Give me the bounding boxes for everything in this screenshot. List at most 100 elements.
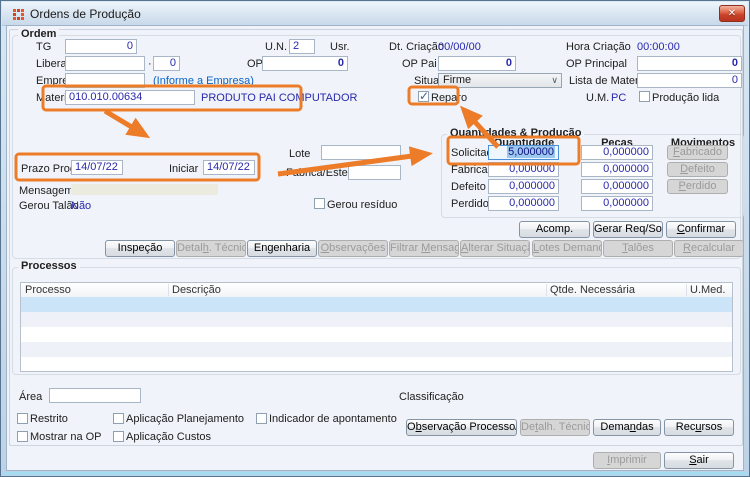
classificacao-label: Classificação (399, 391, 464, 403)
col-processo[interactable]: Processo (25, 284, 71, 296)
lotes-demandas-button[interactable]: Lotes Demandas (532, 240, 602, 257)
title-bar[interactable]: Ordens de Produção (2, 2, 748, 26)
perdido-quantidade-field[interactable]: 0,000000 (488, 196, 559, 211)
col-descricao[interactable]: Descrição (172, 284, 221, 296)
un-field[interactable]: 2 (289, 39, 315, 54)
observacoes-button[interactable]: Observações (318, 240, 388, 257)
app-icon (13, 9, 16, 12)
window-title: Ordens de Produção (30, 7, 141, 21)
confirmar-button[interactable]: Confirmar (666, 221, 736, 238)
gerou-residuo-label: Gerou resíduo (327, 199, 398, 211)
window-bottom-glow (3, 472, 747, 475)
group-quantidades-label: Quantidades & Produção (447, 127, 585, 139)
restrito-checkbox[interactable] (17, 413, 28, 424)
col-qtde-necessaria[interactable]: Qtde. Necessária (550, 284, 635, 296)
observacao-processo-op-button[interactable]: Observação Processo/OP (406, 419, 517, 436)
dialog-ordens-producao: Ordens de Produção ✕ Ordem TG 0 U.N. 2 U… (0, 0, 750, 477)
recursos-button[interactable]: Recursos (664, 419, 734, 436)
acomp-button[interactable]: Acomp. (519, 221, 590, 238)
op-field[interactable]: 0 (262, 56, 348, 71)
mensagem-label: Mensagem (19, 185, 74, 197)
lote-field[interactable] (321, 145, 401, 160)
processos-table[interactable]: Processo Descrição Qtde. Necessária U.Me… (20, 282, 733, 372)
fabricado-quantidade-field[interactable]: 0,000000 (488, 162, 559, 177)
solicitado-quantidade-value: 5,000000 (507, 146, 555, 158)
table-row[interactable] (21, 327, 732, 342)
op-principal-label: OP Principal (566, 58, 627, 70)
indicador-apontamento-checkbox[interactable] (256, 413, 267, 424)
dt-criacao-value: 00/00/00 (438, 41, 481, 53)
hora-criacao-label: Hora Criação (566, 41, 631, 53)
sair-button[interactable]: Sair (664, 452, 734, 469)
table-row[interactable] (21, 342, 732, 357)
gerou-residuo-checkbox[interactable] (314, 198, 325, 209)
defeito-label: Defeito (451, 181, 486, 193)
material-descricao: PRODUTO PAI COMPUTADOR (201, 92, 358, 104)
iniciar-label: Iniciar (169, 163, 199, 175)
restrito-label: Restrito (30, 413, 68, 425)
lote-label: Lote (289, 148, 311, 160)
tg-label: TG (36, 41, 52, 53)
un-label: U.N. (265, 41, 287, 53)
recalcular-button[interactable]: Recalcular (674, 240, 744, 257)
fabrica-esteira-field[interactable] (348, 165, 401, 180)
liberacao-num-field[interactable]: 0 (153, 56, 180, 71)
close-icon: ✕ (727, 8, 737, 19)
fabricado-pecas-field[interactable]: 0,000000 (581, 162, 653, 177)
prazo-field[interactable]: 14/07/22 (71, 160, 123, 175)
mostrar-na-op-checkbox[interactable] (17, 431, 28, 442)
op-pai-field[interactable]: 0 (438, 56, 516, 71)
area-label: Área (19, 391, 43, 403)
chevron-down-icon: ∨ (551, 75, 558, 85)
col-umed[interactable]: U.Med. (690, 284, 725, 296)
material-field[interactable]: 010.010.00634 (65, 90, 195, 105)
op-principal-field[interactable]: 0 (637, 56, 742, 71)
empresa-field[interactable] (65, 73, 145, 88)
inspecao-button[interactable]: Inspeção (105, 240, 175, 257)
lista-materiais-field[interactable]: 0 (637, 73, 742, 88)
detalh-tecnico-button[interactable]: Detalh. Técnico (176, 240, 246, 257)
liberacao-field[interactable] (65, 56, 145, 71)
perdido-label: Perdido (451, 198, 489, 210)
situacao-select[interactable]: Firme ∨ (438, 73, 562, 88)
mov-fabricado-button[interactable]: Fabricado (667, 145, 728, 160)
iniciar-field[interactable]: 14/07/22 (203, 160, 255, 175)
demandas-button[interactable]: Demandas (593, 419, 661, 436)
filtrar-mensagens-button[interactable]: Filtrar Mensagens (389, 240, 459, 257)
group-processos-label: Processos (18, 260, 80, 272)
defeito-quantidade-field[interactable]: 0,000000 (488, 179, 559, 194)
imprimir-button[interactable]: Imprimir (593, 452, 661, 469)
mov-perdido-button[interactable]: Perdido (667, 179, 728, 194)
table-row[interactable] (21, 312, 732, 327)
tg-field[interactable]: 0 (65, 39, 137, 54)
table-row[interactable] (21, 357, 732, 372)
mostrar-na-op-label: Mostrar na OP (30, 431, 102, 443)
perdido-pecas-field[interactable]: 0,000000 (581, 196, 653, 211)
mov-defeito-button[interactable]: Defeito (667, 162, 728, 177)
mensagem-strip (71, 184, 218, 195)
empresa-hint-link[interactable]: (Informe a Empresa) (153, 75, 254, 87)
taloes-button[interactable]: Talões (603, 240, 673, 257)
producao-lida-checkbox[interactable] (639, 91, 650, 102)
solicitado-pecas-field[interactable]: 0,000000 (581, 145, 653, 160)
usr-label: Usr. (330, 41, 350, 53)
reparo-checkbox[interactable] (418, 89, 429, 103)
defeito-pecas-field[interactable]: 0,000000 (581, 179, 653, 194)
area-field[interactable] (49, 388, 141, 403)
engenharia-button[interactable]: Engenharia (247, 240, 317, 257)
producao-lida-label: Produção lida (652, 92, 720, 104)
aplicacao-custos-label: Aplicação Custos (126, 431, 211, 443)
detalh-tecnico-processo-button[interactable]: Detalh. Técnico (520, 419, 590, 436)
aplicacao-planejamento-checkbox[interactable] (113, 413, 124, 424)
table-row[interactable] (21, 297, 732, 312)
op-pai-label: OP Pai (402, 58, 437, 70)
aplicacao-custos-checkbox[interactable] (113, 431, 124, 442)
op-label: OP (247, 58, 263, 70)
close-button[interactable]: ✕ (719, 5, 745, 22)
alterar-situacao-button[interactable]: Alterar Situação (460, 240, 530, 257)
hora-criacao-value: 00:00:00 (637, 41, 680, 53)
solicitado-quantidade-field[interactable]: 5,000000 (488, 145, 559, 160)
gerar-req-sol-button[interactable]: Gerar Req/Sol (593, 221, 663, 238)
gerou-talao-value: Não (71, 200, 92, 212)
gerou-talao-label: Gerou Talão (19, 200, 79, 212)
